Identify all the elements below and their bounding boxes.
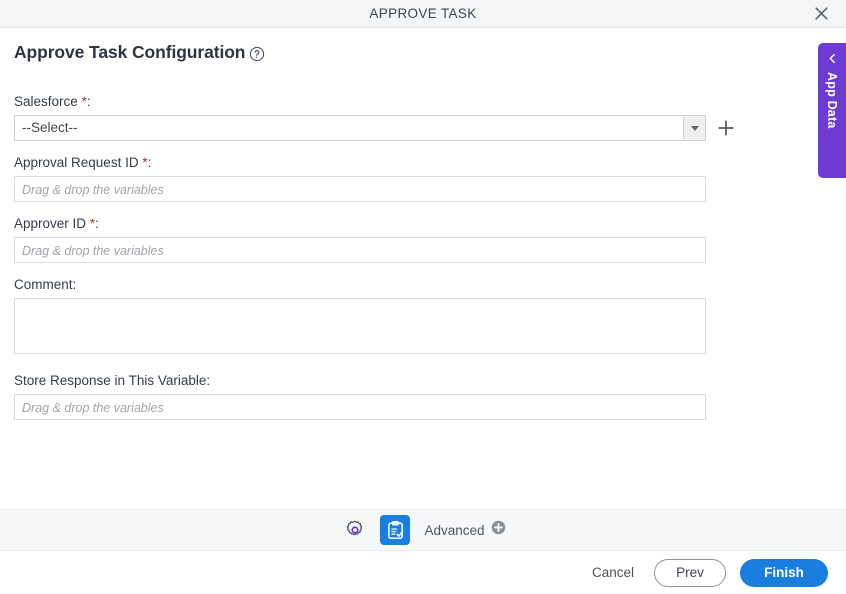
field-approver-id: Approver ID *: bbox=[14, 216, 754, 263]
field-approval-request-id: Approval Request ID *: bbox=[14, 155, 754, 202]
label-colon: : bbox=[86, 94, 91, 109]
label-salesforce: Salesforce *: bbox=[14, 94, 754, 109]
label-colon: : bbox=[95, 216, 99, 231]
app-data-panel-tab[interactable]: App Data bbox=[818, 43, 846, 178]
wizard-step-toolbar: Advanced bbox=[0, 509, 846, 551]
salesforce-select-row: --Select-- bbox=[14, 115, 754, 141]
salesforce-select-value: --Select-- bbox=[22, 120, 78, 135]
gear-icon[interactable] bbox=[340, 515, 370, 545]
help-circle-icon[interactable] bbox=[248, 45, 266, 63]
app-data-label: App Data bbox=[825, 72, 839, 129]
chevron-left-icon bbox=[827, 50, 838, 66]
close-icon[interactable] bbox=[804, 0, 838, 27]
label-comment-text: Comment bbox=[14, 277, 73, 292]
label-colon: : bbox=[206, 373, 211, 388]
plus-icon[interactable] bbox=[716, 118, 736, 138]
prev-button[interactable]: Prev bbox=[654, 558, 726, 587]
plus-circle-icon[interactable] bbox=[491, 520, 506, 540]
configuration-form: Salesforce *: --Select-- Approval Reques… bbox=[14, 94, 754, 420]
field-store-response: Store Response in This Variable: bbox=[14, 373, 754, 420]
dialog-titlebar: APPROVE TASK bbox=[0, 0, 846, 28]
cancel-button[interactable]: Cancel bbox=[586, 561, 640, 584]
dialog-footer: Cancel Prev Finish bbox=[0, 551, 846, 594]
approval-request-id-input[interactable] bbox=[14, 176, 706, 202]
salesforce-select[interactable]: --Select-- bbox=[14, 115, 706, 141]
comment-textarea[interactable] bbox=[14, 298, 706, 354]
advanced-toggle[interactable]: Advanced bbox=[424, 520, 505, 540]
label-salesforce-text: Salesforce bbox=[14, 94, 78, 109]
approve-task-dialog: APPROVE TASK Approve Task Configuration … bbox=[0, 0, 846, 594]
dialog-title: APPROVE TASK bbox=[369, 6, 477, 21]
label-approval-request-id-text: Approval Request ID bbox=[14, 155, 139, 170]
label-store-response: Store Response in This Variable: bbox=[14, 373, 754, 388]
chevron-down-icon[interactable] bbox=[683, 116, 705, 140]
page-title: Approve Task Configuration bbox=[14, 42, 246, 62]
store-response-input[interactable] bbox=[14, 394, 706, 420]
approver-id-input[interactable] bbox=[14, 237, 706, 263]
label-colon: : bbox=[72, 277, 77, 292]
label-approval-request-id: Approval Request ID *: bbox=[14, 155, 754, 170]
label-comment: Comment: bbox=[14, 277, 754, 292]
label-approver-id-text: Approver ID bbox=[14, 216, 87, 231]
advanced-label: Advanced bbox=[424, 522, 485, 538]
page-title-row: Approve Task Configuration bbox=[14, 42, 266, 63]
finish-button[interactable]: Finish bbox=[740, 558, 828, 587]
field-comment: Comment: bbox=[14, 277, 754, 359]
field-salesforce: Salesforce *: --Select-- bbox=[14, 94, 754, 141]
label-store-response-text: Store Response in This Variable bbox=[14, 373, 207, 388]
label-colon: : bbox=[147, 155, 152, 170]
label-approver-id: Approver ID *: bbox=[14, 216, 754, 231]
clipboard-check-icon[interactable] bbox=[380, 515, 411, 545]
